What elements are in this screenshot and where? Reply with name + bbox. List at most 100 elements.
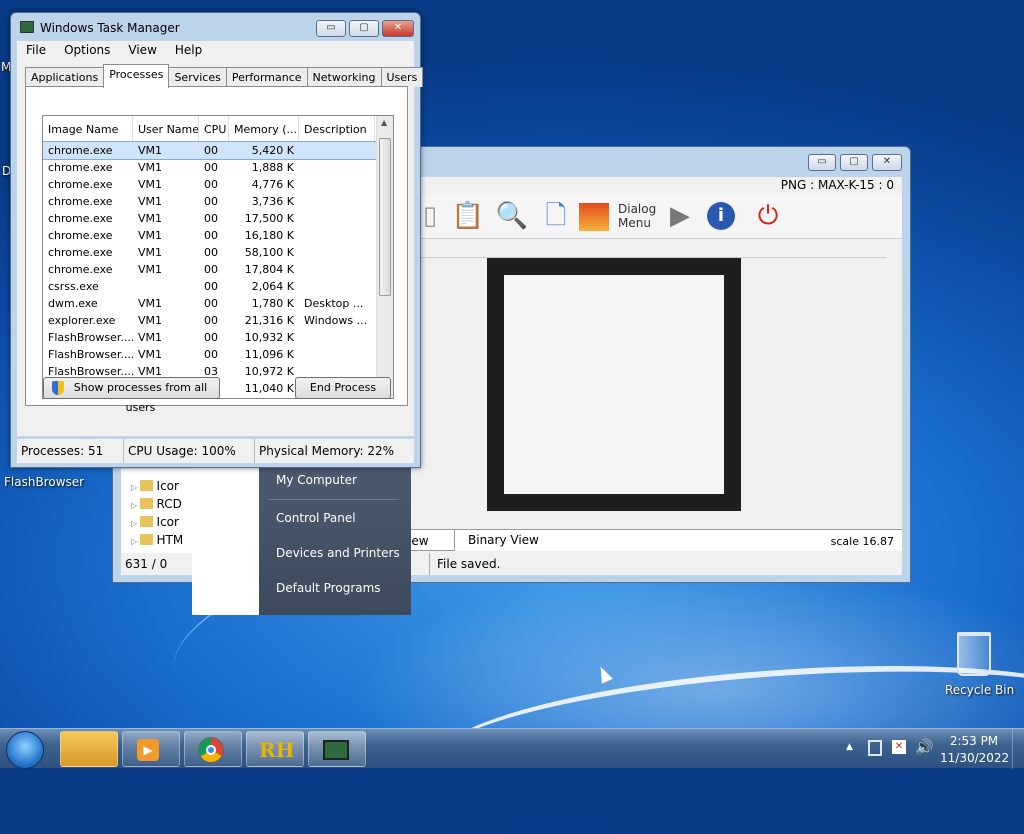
paste-icon[interactable]: 📋 — [451, 199, 485, 233]
table-row[interactable]: chrome.exe VM1 00 5,420 K — [43, 141, 393, 160]
menu-help[interactable]: Help — [166, 41, 211, 61]
status-bar: Processes: 51 CPU Usage: 100% Physical M… — [17, 439, 414, 463]
expand-icon[interactable]: ▷ — [131, 519, 140, 528]
cell-image-name: csrss.exe — [48, 280, 99, 293]
cell-cpu: 00 — [204, 331, 218, 344]
desktop-icon-flashbrowser[interactable]: FlashBrowser — [4, 475, 84, 489]
column-memory[interactable]: Memory (... — [229, 116, 299, 141]
tab-processes[interactable]: Processes — [103, 64, 170, 88]
taskbar-media-player-button[interactable]: ▶ — [122, 731, 180, 767]
start-item-default-programs[interactable]: Default Programs — [276, 581, 381, 595]
clock-date[interactable]: 11/30/2022 — [940, 751, 1009, 765]
menu-file[interactable]: File — [17, 41, 55, 61]
recycle-bin-label[interactable]: Recycle Bin — [945, 683, 1014, 697]
network-icon[interactable] — [868, 740, 882, 756]
table-row[interactable]: chrome.exe VM1 00 58,100 K — [43, 244, 393, 261]
show-hidden-icons[interactable]: ▲ — [846, 742, 853, 752]
mouse-cursor-icon — [595, 664, 613, 684]
tree-item[interactable]: ▷ HTM — [131, 533, 183, 547]
table-row[interactable]: chrome.exe VM1 00 1,888 K — [43, 159, 393, 176]
action-center-icon[interactable]: ✕ — [892, 740, 906, 754]
column-cpu[interactable]: CPU — [199, 116, 229, 141]
tab-performance[interactable]: Performance — [225, 67, 308, 87]
clock-time[interactable]: 2:53 PM — [945, 734, 1003, 748]
table-row[interactable]: FlashBrowser.... VM1 00 11,096 K — [43, 346, 393, 363]
task-manager-icon — [20, 21, 34, 33]
tab-users[interactable]: Users — [380, 67, 424, 87]
column-description[interactable]: Description — [299, 116, 375, 141]
menu-view[interactable]: View — [119, 41, 165, 61]
new-page-icon[interactable]: 🗋 — [539, 199, 573, 233]
table-row[interactable]: csrss.exe 00 2,064 K — [43, 278, 393, 295]
cell-user-name: VM1 — [138, 161, 163, 174]
play-icon[interactable]: ▶ — [663, 199, 697, 233]
image-add-icon[interactable] — [579, 203, 609, 231]
show-all-processes-button[interactable]: Show processes from all users — [43, 377, 220, 414]
start-item-devices-printers[interactable]: Devices and Printers — [276, 546, 400, 560]
close-button[interactable]: ✕ — [382, 20, 414, 37]
process-list[interactable]: Image Name User Name CPU Memory (... Des… — [42, 115, 394, 399]
taskbar-explorer-button[interactable] — [60, 731, 118, 767]
taskbar-task-manager-button[interactable] — [308, 731, 366, 767]
recycle-bin-icon[interactable] — [957, 632, 991, 676]
show-desktop-button[interactable] — [1012, 729, 1024, 769]
close-button[interactable]: ✕ — [872, 154, 902, 171]
minimize-button[interactable]: ▭ — [808, 154, 836, 171]
task-manager-window: Windows Task Manager ▭ ▢ ✕ File Options … — [10, 12, 424, 468]
title-bar[interactable]: Windows Task Manager ▭ ▢ ✕ — [11, 13, 420, 43]
table-row[interactable]: dwm.exe VM1 00 1,780 K Desktop ... — [43, 295, 393, 312]
expand-icon[interactable]: ▷ — [131, 501, 140, 510]
cell-memory: 11,096 K — [244, 348, 294, 361]
table-row[interactable]: FlashBrowser.... VM1 00 10,932 K — [43, 329, 393, 346]
start-button[interactable] — [6, 731, 44, 769]
vertical-scrollbar[interactable]: ▲ ▼ — [376, 116, 393, 398]
start-item-my-computer[interactable]: My Computer — [276, 473, 357, 487]
process-rows: chrome.exe VM1 00 5,420 K chrome.exe VM1 00 1,8… — [43, 141, 393, 397]
dialog-menu-button[interactable]: Dialog Menu — [618, 202, 656, 230]
cell-memory: 1,888 K — [251, 161, 294, 174]
start-item-control-panel[interactable]: Control Panel — [276, 511, 356, 525]
table-row[interactable]: chrome.exe VM1 00 17,804 K — [43, 261, 393, 278]
cell-cpu: 00 — [204, 144, 218, 157]
minimize-button[interactable]: ▭ — [316, 20, 346, 37]
table-row[interactable]: chrome.exe VM1 00 16,180 K — [43, 227, 393, 244]
menu-options[interactable]: Options — [55, 41, 119, 61]
scroll-up-icon[interactable]: ▲ — [381, 118, 387, 127]
maximize-button[interactable]: ▢ — [840, 154, 868, 171]
search-icon[interactable]: 🔍 — [495, 199, 529, 233]
taskbar-rh-button[interactable]: RH — [246, 731, 304, 767]
tab-applications[interactable]: Applications — [25, 67, 105, 87]
column-user-name[interactable]: User Name — [133, 116, 199, 141]
cell-description — [299, 346, 375, 363]
taskbar-chrome-button[interactable] — [184, 731, 242, 767]
process-list-header: Image Name User Name CPU Memory (... Des… — [43, 116, 393, 142]
expand-icon[interactable]: ▷ — [131, 537, 140, 546]
end-process-button[interactable]: End Process — [295, 377, 391, 399]
cell-description — [299, 210, 375, 227]
uac-shield-icon — [52, 381, 64, 395]
info-icon[interactable]: i — [707, 202, 735, 230]
cell-user-name: VM1 — [138, 144, 163, 157]
media-player-icon: ▶ — [137, 739, 159, 761]
cell-description — [299, 244, 375, 261]
tree-item[interactable]: ▷ RCD — [131, 497, 182, 511]
power-icon[interactable]: ⏻ — [751, 199, 785, 233]
expand-icon[interactable]: ▷ — [131, 483, 140, 492]
tree-item[interactable]: ▷ Icor — [131, 515, 179, 529]
maximize-button[interactable]: ▢ — [349, 20, 379, 37]
cell-description — [299, 193, 375, 210]
table-row[interactable]: explorer.exe VM1 00 21,316 K Windows ... — [43, 312, 393, 329]
scroll-thumb[interactable] — [379, 138, 391, 296]
volume-icon[interactable]: 🔊 — [915, 738, 934, 756]
tab-binary-view[interactable]: Binary View — [468, 533, 539, 547]
table-row[interactable]: chrome.exe VM1 00 17,500 K — [43, 210, 393, 227]
image-inner[interactable] — [504, 275, 724, 494]
folder-icon — [139, 516, 153, 527]
column-image-name[interactable]: Image Name — [43, 116, 133, 141]
cell-cpu: 00 — [204, 178, 218, 191]
table-row[interactable]: chrome.exe VM1 00 4,776 K — [43, 176, 393, 193]
table-row[interactable]: chrome.exe VM1 00 3,736 K — [43, 193, 393, 210]
tab-services[interactable]: Services — [168, 67, 227, 87]
tab-networking[interactable]: Networking — [306, 67, 382, 87]
tree-item[interactable]: ▷ Icor — [131, 479, 179, 493]
